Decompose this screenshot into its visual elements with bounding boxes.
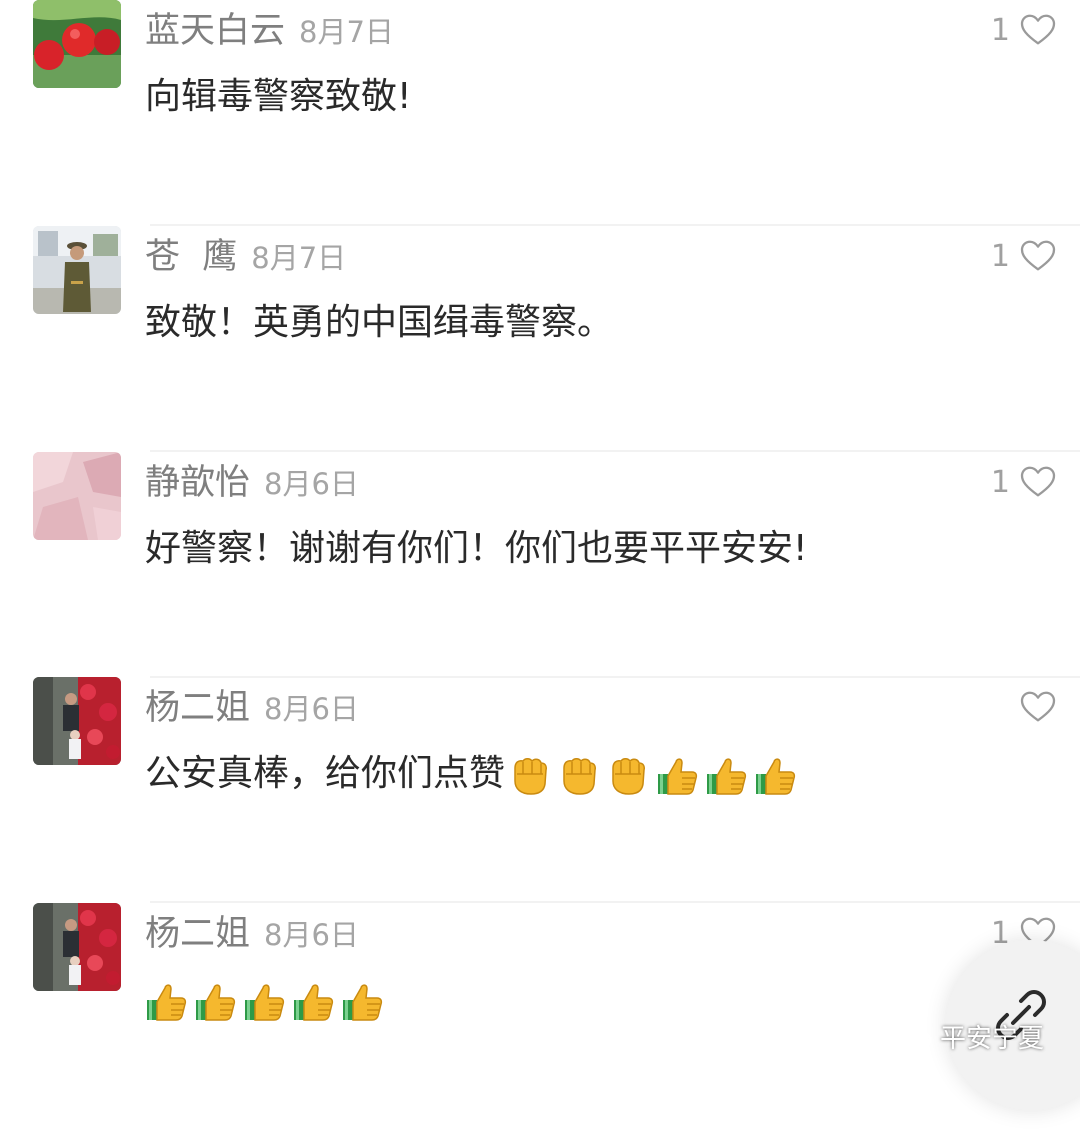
thumbs-up-emoji-icon bbox=[705, 754, 747, 796]
like-button[interactable]: 1 bbox=[991, 10, 1056, 50]
like-button[interactable]: 1 bbox=[991, 236, 1056, 276]
watermark: 平安宁夏 bbox=[892, 1016, 1044, 1056]
heart-icon[interactable] bbox=[1020, 14, 1056, 46]
comment-date: 8月6日 bbox=[264, 692, 359, 726]
commenter-name-text[interactable]: 杨二姐 bbox=[145, 914, 250, 954]
wechat-icon bbox=[892, 1020, 932, 1051]
comment-text: 好警察！谢谢有你们！你们也要平平安安! bbox=[145, 528, 808, 569]
commenter-name[interactable]: 杨二姐 8月6日 bbox=[145, 683, 359, 733]
comment-date: 8月7日 bbox=[299, 15, 394, 49]
comment-date: 8月7日 bbox=[251, 241, 347, 275]
thumbs-up-emoji-icon bbox=[754, 754, 796, 796]
thumbs-up-emoji-icon bbox=[194, 980, 236, 1022]
like-count: 1 bbox=[990, 464, 1010, 500]
commenter-name[interactable]: 杨二姐 8月6日 bbox=[145, 909, 359, 959]
comment-text: 向辑毒警察致敬! bbox=[145, 76, 412, 117]
like-button[interactable] bbox=[1010, 687, 1056, 727]
thumbs-up-emoji-icon bbox=[292, 980, 334, 1022]
avatar[interactable] bbox=[33, 677, 121, 765]
flowers-avatar-image bbox=[33, 903, 121, 991]
thumbs-up-emoji-icon bbox=[341, 980, 383, 1022]
heart-icon[interactable] bbox=[1020, 691, 1056, 723]
comment-item: 苍 鹰 8月7日 致敬！英勇的中国缉毒警察。 1 bbox=[0, 226, 1080, 452]
pink-avatar-image bbox=[33, 452, 121, 540]
comment-item: 杨二姐 8月6日 公安真棒，给你们点赞 bbox=[0, 677, 1080, 903]
flowers-avatar-image bbox=[33, 677, 121, 765]
comment-item: 静歆怡 8月6日 好警察！谢谢有你们！你们也要平平安安! 1 bbox=[0, 452, 1080, 678]
like-button[interactable]: 1 bbox=[991, 462, 1056, 502]
thumbs-up-emoji-icon bbox=[243, 980, 285, 1022]
fist-emoji-icon bbox=[607, 754, 649, 796]
officer-avatar-image bbox=[33, 226, 121, 314]
thumbs-up-emoji-icon bbox=[656, 754, 698, 796]
commenter-name-text[interactable]: 静歆怡 bbox=[145, 463, 250, 503]
avatar[interactable] bbox=[33, 452, 121, 540]
avatar[interactable] bbox=[33, 903, 121, 991]
avatar[interactable] bbox=[33, 226, 121, 314]
watermark-text: 平安宁夏 bbox=[940, 1023, 1045, 1054]
avatar[interactable] bbox=[33, 0, 121, 88]
heart-icon[interactable] bbox=[1020, 466, 1056, 498]
fist-emoji-icon bbox=[509, 754, 551, 796]
fist-emoji-icon bbox=[558, 754, 600, 796]
like-count: 1 bbox=[990, 238, 1010, 274]
commenter-name-text[interactable]: 杨二姐 bbox=[145, 688, 250, 728]
comment-text-content: 公安真棒，给你们点赞 bbox=[145, 753, 506, 794]
emoji-row bbox=[145, 980, 383, 1022]
comment-date: 8月6日 bbox=[264, 467, 359, 501]
apples-avatar-image bbox=[33, 0, 121, 88]
comment-text: 公安真棒，给你们点赞 bbox=[145, 749, 796, 799]
comment-date: 8月6日 bbox=[264, 918, 359, 952]
commenter-name-text[interactable]: 蓝天白云 bbox=[145, 11, 285, 51]
comment-text: 致敬！英勇的中国缉毒警察。 bbox=[145, 302, 614, 343]
commenter-name[interactable]: 静歆怡 8月6日 bbox=[145, 458, 359, 508]
thumbs-up-emoji-icon bbox=[145, 980, 187, 1022]
commenter-name[interactable]: 苍 鹰 8月7日 bbox=[145, 232, 346, 282]
commenter-name[interactable]: 蓝天白云 8月7日 bbox=[145, 6, 394, 56]
emoji-row bbox=[509, 754, 796, 796]
commenter-name-text[interactable]: 苍 鹰 bbox=[145, 237, 237, 277]
comment-text bbox=[145, 975, 383, 1025]
like-count: 1 bbox=[990, 12, 1010, 48]
heart-icon[interactable] bbox=[1020, 240, 1056, 272]
comment-item: 蓝天白云 8月7日 向辑毒警察致敬! 1 bbox=[0, 0, 1080, 226]
